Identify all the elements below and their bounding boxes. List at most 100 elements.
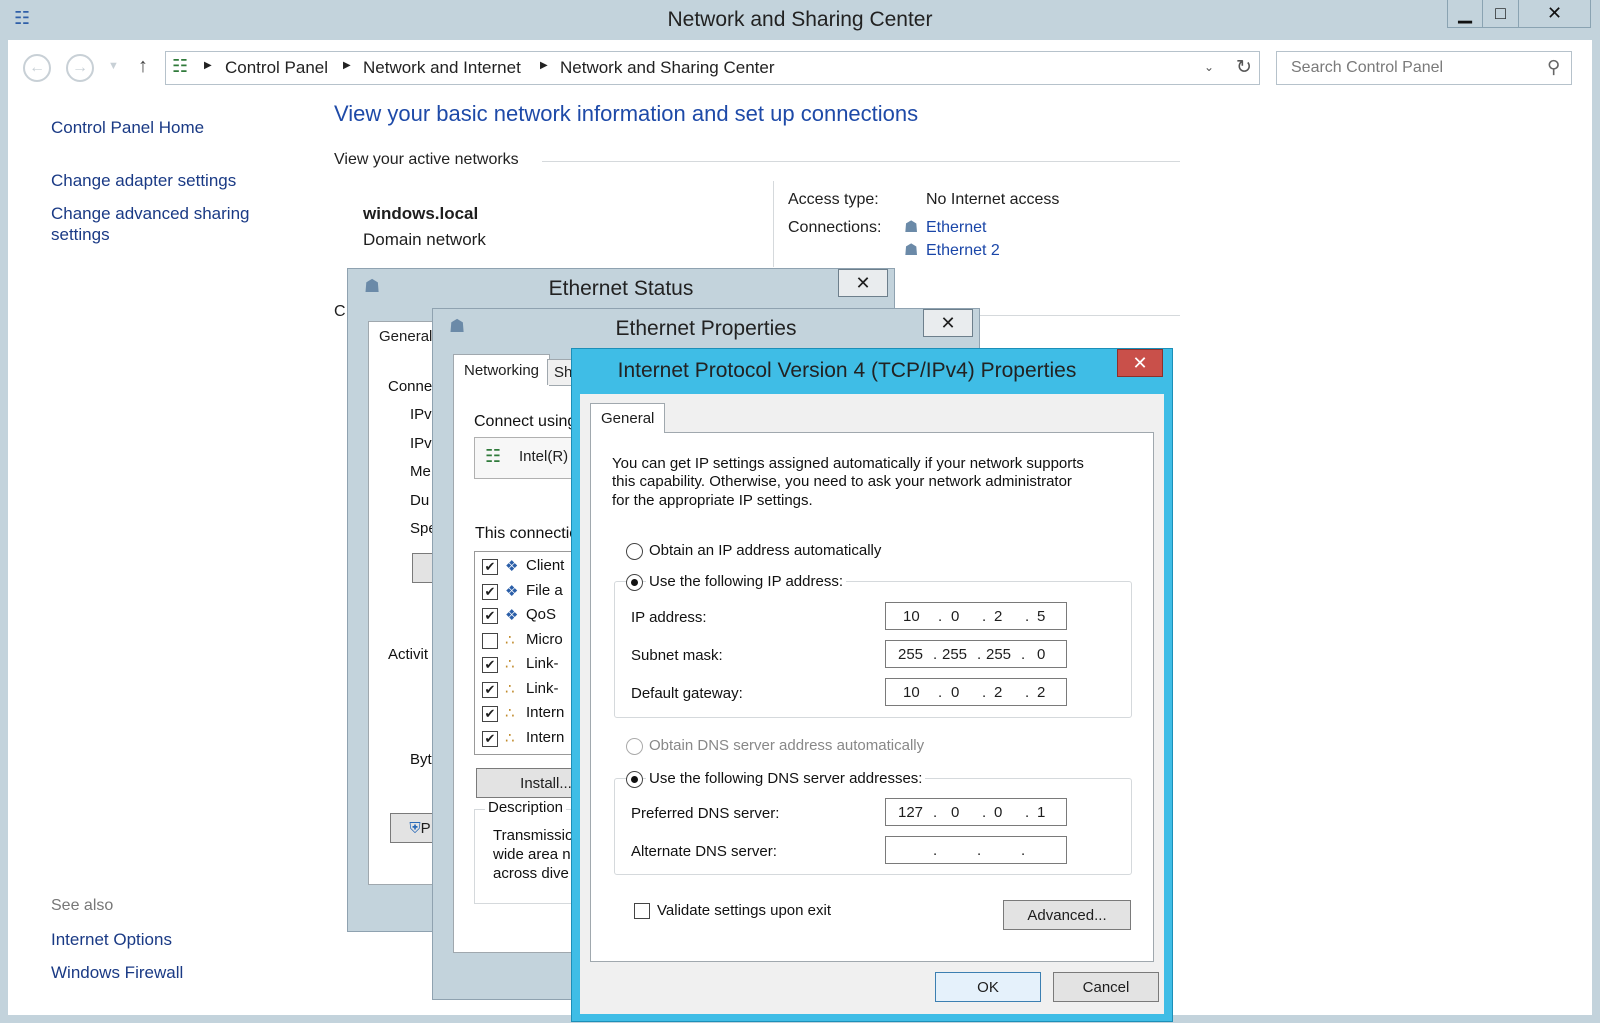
- divider: [773, 181, 774, 267]
- forward-icon[interactable]: →: [66, 54, 94, 82]
- ok-button[interactable]: OK: [935, 972, 1041, 1002]
- minimize-button[interactable]: ▁: [1447, 0, 1483, 28]
- close-button[interactable]: ✕: [1117, 349, 1163, 377]
- recent-dropdown-icon[interactable]: ▼: [108, 60, 119, 72]
- refresh-icon[interactable]: ↻: [1236, 56, 1252, 79]
- adapter-icon: ☷: [485, 446, 502, 466]
- subnet-mask-field[interactable]: 255. 255. 255. 0: [885, 640, 1067, 668]
- ip-octet[interactable]: 2: [994, 608, 1002, 625]
- obtain-ip-auto-radio[interactable]: [626, 543, 643, 560]
- component-checkbox[interactable]: ✔: [482, 583, 498, 600]
- component-checkbox[interactable]: ✔: [482, 657, 498, 673]
- component-label[interactable]: Intern: [526, 704, 564, 721]
- window-title: Network and Sharing Center: [667, 8, 933, 31]
- component-checkbox[interactable]: ✔: [482, 681, 498, 698]
- change-advanced-sharing-link-line2[interactable]: settings: [51, 225, 110, 245]
- maximize-button[interactable]: □: [1483, 0, 1519, 28]
- ip-octet[interactable]: 2: [994, 684, 1002, 701]
- intro-line: for the appropriate IP settings.: [612, 492, 813, 509]
- dialog-title: Ethernet Status: [548, 277, 694, 300]
- breadcrumb-network-internet[interactable]: Network and Internet: [363, 58, 521, 78]
- network-type: Domain network: [363, 230, 486, 249]
- network-name: windows.local: [363, 204, 479, 223]
- validate-checkbox[interactable]: [634, 903, 650, 919]
- search-box[interactable]: Search Control Panel ⚲: [1276, 51, 1572, 85]
- breadcrumb-control-panel[interactable]: Control Panel: [225, 58, 328, 78]
- ip-octet[interactable]: 255: [986, 646, 1011, 663]
- cancel-button[interactable]: Cancel: [1053, 972, 1159, 1002]
- ipv4-row-label: IPv: [410, 406, 432, 423]
- page-title: View your basic network information and …: [334, 101, 919, 126]
- connection-heading: Conne: [388, 378, 433, 395]
- use-following-ip-label[interactable]: Use the following IP address:: [646, 573, 846, 590]
- address-dropdown-icon[interactable]: ⌄: [1204, 60, 1214, 74]
- dialog-body: General You can get IP settings assigned…: [580, 394, 1164, 1014]
- component-label[interactable]: Link-: [526, 680, 559, 697]
- search-input[interactable]: Search Control Panel: [1291, 59, 1443, 77]
- up-arrow-icon[interactable]: ↑: [138, 55, 148, 78]
- description-line: wide area n: [493, 846, 571, 863]
- breadcrumb-separator: ▶: [540, 60, 548, 71]
- breadcrumb-separator: ▶: [343, 60, 351, 71]
- ip-octet[interactable]: 1: [1037, 804, 1045, 821]
- internet-options-link[interactable]: Internet Options: [51, 930, 172, 950]
- component-label[interactable]: Link-: [526, 655, 559, 672]
- component-checkbox[interactable]: ✔: [482, 559, 498, 575]
- obtain-ip-auto-label[interactable]: Obtain an IP address automatically: [649, 542, 881, 559]
- ip-octet[interactable]: 255: [898, 646, 923, 663]
- media-row-label: Me: [410, 463, 431, 480]
- title-bar: ☷ Network and Sharing Center ▁ □ ✕: [0, 0, 1600, 40]
- component-checkbox[interactable]: ✔: [482, 608, 498, 624]
- ip-octet[interactable]: 127: [898, 804, 923, 821]
- ip-octet[interactable]: 10: [903, 684, 920, 701]
- ip-address-field[interactable]: 10. 0. 2. 5: [885, 602, 1067, 630]
- tab-networking[interactable]: Networking: [453, 354, 551, 386]
- component-checkbox[interactable]: ✔: [482, 730, 498, 747]
- preferred-dns-field[interactable]: 127. 0. 0. 1: [885, 798, 1067, 826]
- duration-row-label: Du: [410, 492, 430, 509]
- close-button[interactable]: ✕: [838, 269, 888, 297]
- component-label[interactable]: File a: [526, 582, 563, 599]
- divider: [542, 161, 1180, 162]
- component-checkbox[interactable]: [482, 632, 498, 649]
- tab-general[interactable]: General: [590, 403, 666, 433]
- close-button[interactable]: ✕: [1519, 0, 1591, 28]
- ip-octet[interactable]: 5: [1037, 608, 1045, 625]
- component-label[interactable]: QoS: [526, 606, 556, 623]
- ip-octet[interactable]: 0: [1037, 646, 1045, 663]
- close-button[interactable]: ✕: [923, 309, 973, 337]
- obtain-dns-auto-label[interactable]: Obtain DNS server address automatically: [649, 737, 924, 754]
- component-label[interactable]: Intern: [526, 729, 564, 746]
- component-checkbox[interactable]: ✔: [482, 706, 498, 722]
- ip-octet[interactable]: 2: [1037, 684, 1045, 701]
- ethernet2-link[interactable]: Ethernet 2: [926, 242, 1000, 260]
- search-icon[interactable]: ⚲: [1547, 57, 1560, 78]
- breadcrumb-network-sharing[interactable]: Network and Sharing Center: [560, 58, 775, 78]
- component-icon: ∴: [505, 729, 515, 747]
- ip-octet[interactable]: 0: [951, 608, 959, 625]
- ip-octet[interactable]: 0: [951, 684, 959, 701]
- ip-octet[interactable]: 0: [994, 804, 1002, 821]
- validate-label[interactable]: Validate settings upon exit: [657, 902, 831, 919]
- use-following-dns-label[interactable]: Use the following DNS server addresses:: [646, 770, 926, 787]
- back-icon[interactable]: ←: [23, 54, 51, 82]
- windows-firewall-link[interactable]: Windows Firewall: [51, 963, 183, 983]
- advanced-button[interactable]: Advanced...: [1003, 900, 1131, 930]
- component-label[interactable]: Client: [526, 557, 564, 574]
- ethernet-link[interactable]: Ethernet: [926, 219, 986, 237]
- ip-octet[interactable]: 0: [951, 804, 959, 821]
- change-advanced-sharing-link[interactable]: Change advanced sharing: [51, 204, 249, 224]
- component-icon: ❖: [505, 582, 519, 600]
- control-panel-home-link[interactable]: Control Panel Home: [51, 118, 204, 138]
- obtain-dns-auto-radio[interactable]: [626, 738, 643, 755]
- ip-octet[interactable]: 255: [942, 646, 967, 663]
- description-line: Transmissio: [493, 827, 574, 844]
- change-adapter-settings-link[interactable]: Change adapter settings: [51, 171, 236, 191]
- use-following-dns-radio[interactable]: [626, 771, 643, 788]
- use-following-ip-radio[interactable]: [626, 574, 643, 591]
- ip-octet[interactable]: 10: [903, 608, 920, 625]
- default-gateway-field[interactable]: 10. 0. 2. 2: [885, 678, 1067, 706]
- alternate-dns-field[interactable]: ...: [885, 836, 1067, 864]
- intro-line: You can get IP settings assigned automat…: [612, 455, 1084, 472]
- component-label[interactable]: Micro: [526, 631, 563, 648]
